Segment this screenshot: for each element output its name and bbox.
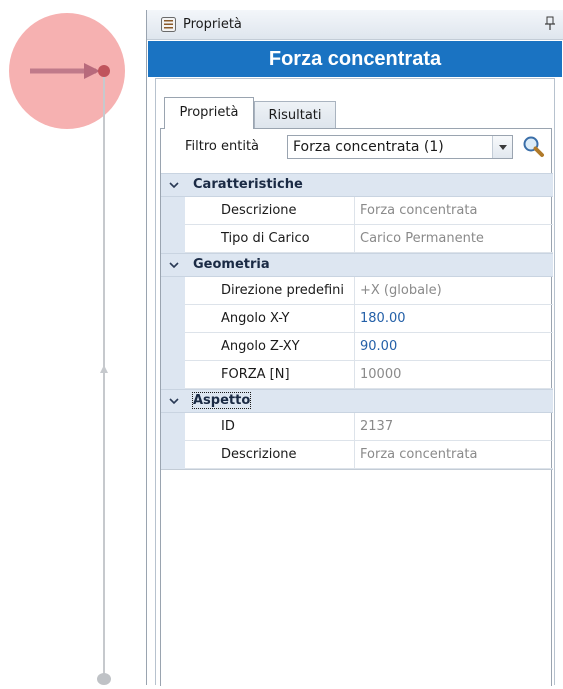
property-value[interactable]: 90.00 (356, 333, 553, 361)
dropdown-arrow-icon (499, 145, 507, 150)
property-row[interactable]: Direzione predefini +X (globale) (161, 277, 553, 305)
chevron-down-icon[interactable] (169, 396, 179, 406)
property-row[interactable]: Angolo Z-XY 90.00 (161, 333, 553, 361)
property-name: Descrizione (185, 197, 355, 225)
panel-title: Proprietà (183, 17, 242, 32)
property-grid: Caratteristiche Descrizione Forza concen… (161, 173, 553, 470)
property-name: FORZA [N] (185, 361, 355, 389)
property-name: ID (185, 413, 355, 441)
property-row[interactable]: FORZA [N] 10000 (161, 361, 553, 389)
property-value[interactable]: Forza concentrata (356, 197, 553, 225)
property-row[interactable]: Angolo X-Y 180.00 (161, 305, 553, 333)
axis-arrow-icon (100, 365, 108, 373)
property-value[interactable]: Carico Permanente (356, 225, 553, 253)
category-aspetto[interactable]: Aspetto (161, 389, 553, 413)
grid-bottom-border (161, 469, 553, 470)
tab-container: Proprietà Risultati Filtro entità Forza … (155, 78, 555, 686)
property-value[interactable]: 180.00 (356, 305, 553, 333)
property-value[interactable]: +X (globale) (356, 277, 553, 305)
search-icon[interactable] (521, 134, 545, 158)
properties-tab-body: Filtro entità Forza concentrata (1) Cara… (160, 128, 553, 686)
property-name: Tipo di Carico (185, 225, 355, 253)
property-name: Angolo X-Y (185, 305, 355, 333)
category-label: Geometria (193, 257, 270, 272)
chevron-down-icon[interactable] (169, 260, 179, 270)
property-row[interactable]: Tipo di Carico Carico Permanente (161, 225, 553, 253)
bottom-node[interactable] (97, 673, 111, 685)
property-name: Direzione predefini (185, 277, 355, 305)
property-value[interactable]: 10000 (356, 361, 553, 389)
category-caratteristiche[interactable]: Caratteristiche (161, 173, 553, 197)
property-row[interactable]: ID 2137 (161, 413, 553, 441)
pin-icon[interactable] (544, 16, 556, 32)
category-label: Aspetto (191, 392, 252, 409)
tab-proprieta[interactable]: Proprietà (164, 97, 254, 129)
model-canvas[interactable] (0, 0, 146, 685)
category-label: Caratteristiche (193, 177, 303, 192)
selected-node[interactable] (98, 65, 110, 77)
panel-header: Proprietà (147, 10, 563, 40)
filter-label: Filtro entità (185, 139, 260, 154)
entity-filter-value: Forza concentrata (1) (293, 139, 444, 155)
properties-panel-icon (161, 17, 176, 32)
entity-filter-select[interactable]: Forza concentrata (1) (287, 135, 513, 159)
chevron-down-icon[interactable] (169, 180, 179, 190)
property-row[interactable]: Descrizione Forza concentrata (161, 197, 553, 225)
filter-dropdown-button[interactable] (492, 136, 512, 158)
tab-risultati[interactable]: Risultati (254, 101, 336, 129)
properties-panel: Proprietà Forza concentrata Proprietà Ri… (146, 10, 563, 686)
property-row[interactable]: Descrizione Forza concentrata (161, 441, 553, 469)
property-name: Angolo Z-XY (185, 333, 355, 361)
property-value[interactable]: 2137 (356, 413, 553, 441)
property-value[interactable]: Forza concentrata (356, 441, 553, 469)
model-view (9, 13, 125, 685)
property-name: Descrizione (185, 441, 355, 469)
category-geometria[interactable]: Geometria (161, 253, 553, 277)
entity-title-banner: Forza concentrata (148, 41, 562, 77)
